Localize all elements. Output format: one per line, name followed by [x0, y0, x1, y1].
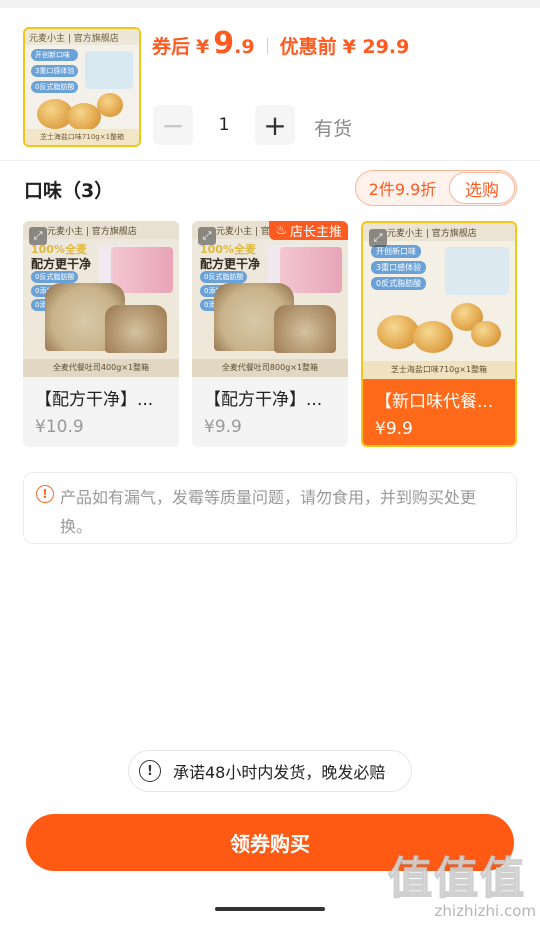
quality-notice: ! 产品如有漏气，发霉等质量问题，请勿食用，并到购买处更换。 — [23, 472, 517, 544]
price-separator — [266, 38, 268, 54]
promise-text: 承诺48小时内发货，晚发必赔 — [173, 763, 386, 782]
original-price-label: 优惠前 — [279, 36, 337, 58]
flame-icon: ♨ — [275, 223, 287, 238]
shop-button[interactable]: 选购 — [449, 172, 515, 204]
thumb-brand: 元麦小主 | 官方旗舰店 — [25, 29, 139, 45]
decrease-button[interactable]: − — [153, 105, 193, 145]
notice-text: 产品如有漏气，发霉等质量问题，请勿食用，并到购买处更换。 — [60, 488, 477, 536]
package-image — [85, 51, 133, 89]
thumb-footer: 芝士海盐口味710g×1整箱 — [25, 129, 139, 145]
image-footer: 全麦代餐吐司400g×1整箱 — [23, 359, 179, 377]
flavor-name: 【配方干净】... — [204, 390, 323, 410]
image-tag: 0反式脂肪酸 — [200, 271, 248, 283]
shipping-promise: ! 承诺48小时内发货，晚发必赔 — [128, 750, 412, 792]
flavor-name: 【配方干净】... — [35, 390, 154, 410]
product-thumbnail[interactable]: 元麦小主 | 官方旗舰店 开创新口味 3重口感体验 0反式脂肪酸 芝士海盐口味7… — [23, 27, 141, 147]
flavor-price: ¥9.9 — [375, 419, 413, 439]
increase-button[interactable]: + — [255, 105, 295, 145]
top-strip — [0, 0, 540, 8]
flavor-price: ¥9.9 — [204, 417, 242, 437]
flavor-price: ¥10.9 — [35, 417, 84, 437]
recommend-badge: ♨ 店长主推 — [269, 221, 348, 240]
image-tag: 3重口感体验 — [371, 261, 427, 274]
quantity-value[interactable]: 1 — [193, 115, 255, 135]
expand-icon[interactable]: ⤢ — [198, 227, 216, 245]
quantity-stepper: − 1 + — [153, 105, 295, 145]
flavor-option-2[interactable]: 元麦小主 | 官方旗舰店 100%全麦 配方更干净 0反式脂肪酸 0添加蔗糖 0… — [192, 221, 348, 447]
flavor-option-3[interactable]: 元麦小主 | 官方旗舰店 开创新口味 3重口感体验 0反式脂肪酸 芝士海盐口味7… — [361, 221, 517, 447]
thumb-tags: 开创新口味 3重口感体验 0反式脂肪酸 — [31, 49, 79, 93]
thumb-tag: 开创新口味 — [31, 49, 79, 61]
package-image — [280, 247, 342, 293]
bun-image — [67, 103, 101, 131]
package-image — [111, 247, 173, 293]
image-slogan: 配方更干净 — [200, 257, 261, 271]
bread-image — [105, 305, 167, 353]
after-coupon-price-dec: .9 — [234, 36, 255, 58]
bun-image — [97, 93, 123, 117]
image-tag: 0反式脂肪酸 — [371, 277, 427, 290]
expand-icon[interactable]: ⤢ — [369, 229, 387, 247]
bread-image — [274, 305, 336, 353]
product-image: 元麦小主 | 官方旗舰店 100%全麦 配方更干净 0反式脂肪酸 0添加蔗糖 0… — [192, 221, 348, 377]
divider — [0, 160, 540, 161]
stock-status: 有货 — [314, 118, 353, 140]
flavor-option-1[interactable]: 元麦小主 | 官方旗舰店 100%全麦 配方更干净 0反式脂肪酸 0添加蔗糖 0… — [23, 221, 179, 447]
image-footer: 全麦代餐吐司800g×1整箱 — [192, 359, 348, 377]
original-price: ¥ 29.9 — [342, 36, 410, 58]
image-tag: 0反式脂肪酸 — [31, 271, 79, 283]
claim-coupon-buy-button[interactable]: 领券购买 — [26, 814, 514, 871]
currency-symbol: ¥ — [196, 36, 210, 58]
product-image: 元麦小主 | 官方旗舰店 100%全麦 配方更干净 0反式脂肪酸 0添加蔗糖 0… — [23, 221, 179, 377]
home-indicator[interactable] — [215, 907, 325, 911]
flavor-title: 口味（3） — [24, 180, 114, 202]
after-coupon-label: 券后 — [152, 36, 191, 58]
image-footer: 芝士海盐口味710g×1整箱 — [363, 361, 515, 379]
bun-image — [471, 321, 501, 347]
promo-pill[interactable]: 2件9.9折 选购 — [355, 170, 517, 206]
thumb-tag: 3重口感体验 — [31, 65, 79, 77]
image-slogan: 配方更干净 — [31, 257, 92, 271]
info-icon: ! — [139, 760, 161, 782]
price-line: 券后 ¥ 9 .9 优惠前 ¥ 29.9 — [152, 26, 409, 66]
watermark-url: zhizhizhi.com — [434, 902, 536, 920]
flavor-name: 【新口味代餐... — [375, 392, 494, 412]
warning-icon: ! — [36, 485, 54, 503]
after-coupon-price-int: 9 — [213, 26, 235, 61]
expand-icon[interactable]: ⤢ — [29, 227, 47, 245]
package-image — [445, 247, 509, 295]
promo-text: 2件9.9折 — [368, 180, 437, 199]
bun-image — [413, 321, 453, 353]
thumb-tag: 0反式脂肪酸 — [31, 81, 79, 93]
recommend-badge-label: 店长主推 — [289, 225, 342, 240]
